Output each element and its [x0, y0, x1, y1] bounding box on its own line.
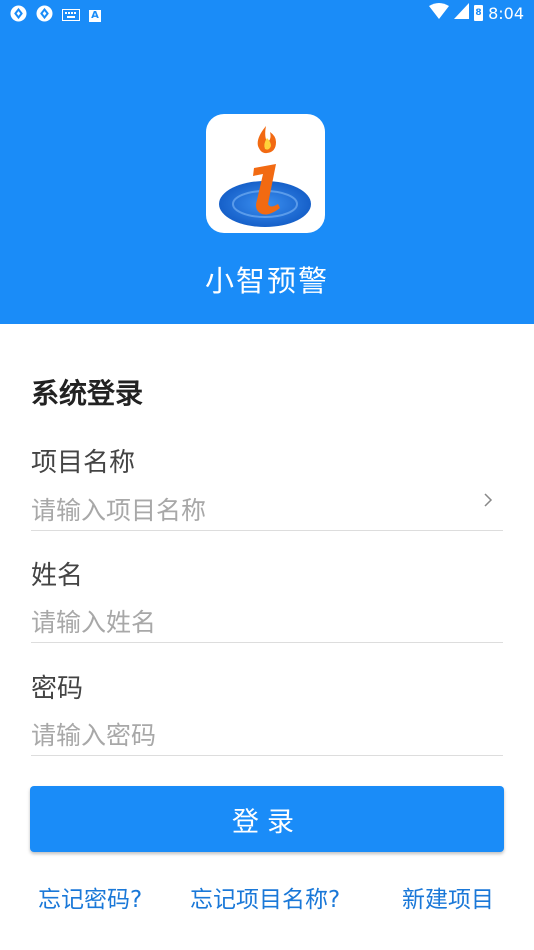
app-header: A 8 8:04 小智预警: [0, 0, 534, 324]
forgot-password-link[interactable]: 忘记密码?: [38, 880, 142, 914]
project-name-input[interactable]: [31, 491, 503, 531]
password-label: 密码: [31, 674, 84, 704]
clock: 8:04: [488, 3, 524, 23]
sync-icon: [10, 5, 27, 26]
app-name: 小智预警: [204, 264, 329, 298]
status-bar-left: A: [10, 5, 101, 26]
info-flame-icon: [219, 126, 311, 227]
new-project-link[interactable]: 新建项目: [402, 880, 494, 914]
chevron-right-icon[interactable]: [482, 492, 494, 508]
name-input[interactable]: [31, 603, 503, 643]
name-label: 姓名: [31, 561, 84, 591]
sync-icon: [36, 5, 53, 26]
password-input[interactable]: [31, 716, 503, 756]
app-logo: [206, 114, 325, 233]
keyboard-icon: [62, 6, 80, 25]
status-bar: A 8 8:04: [0, 0, 534, 28]
a-badge-icon: A: [89, 9, 101, 22]
project-name-label: 项目名称: [31, 448, 136, 478]
wifi-icon: [429, 3, 450, 23]
login-button[interactable]: 登录: [30, 786, 504, 852]
battery-icon: 8: [474, 5, 484, 21]
status-bar-right: 8 8:04: [429, 3, 524, 23]
signal-icon: [454, 3, 470, 23]
form-title: 系统登录: [31, 377, 144, 410]
forgot-project-name-link[interactable]: 忘记项目名称?: [190, 880, 340, 914]
